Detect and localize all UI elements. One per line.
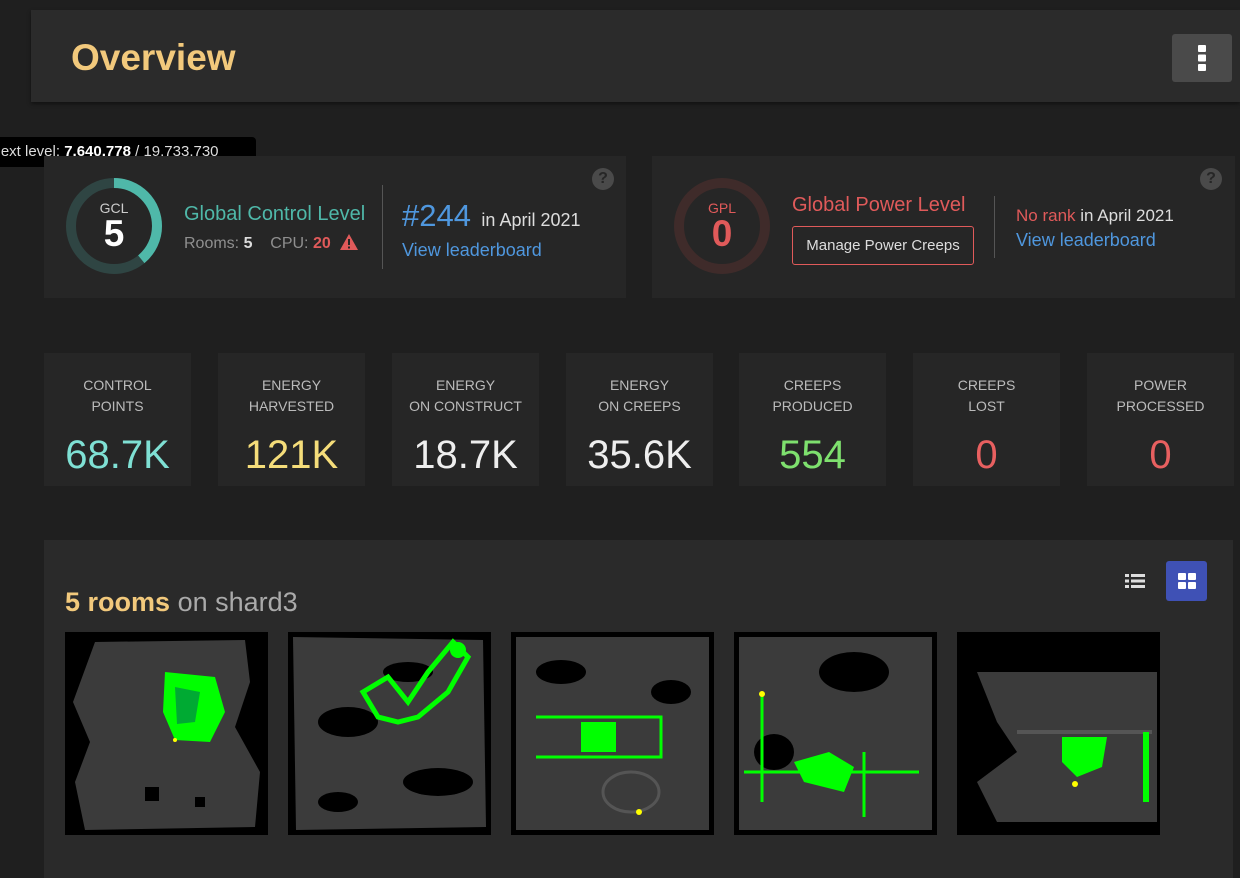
manage-power-creeps-button[interactable]: Manage Power Creeps xyxy=(792,226,974,265)
rooms-count: 5 rooms xyxy=(65,587,171,617)
rooms-title: 5 rooms on shard3 xyxy=(65,587,298,618)
gpl-rank-status: No rank xyxy=(1016,206,1076,225)
stat-power-processed: POWER PROCESSED 0 xyxy=(1087,353,1234,486)
cpu-label: CPU: xyxy=(270,235,309,252)
gcl-rank: #244 in April 2021 xyxy=(402,198,581,234)
stat-control-points: CONTROL POINTS 68.7K xyxy=(44,353,191,486)
stat-creeps-lost: CREEPS LOST 0 xyxy=(913,353,1060,486)
rooms-shard: on shard3 xyxy=(177,587,298,617)
gcl-rank-value: #244 xyxy=(402,198,471,233)
gpl-help-icon[interactable]: ? xyxy=(1200,168,1222,190)
cpu-value: 20 xyxy=(312,235,331,252)
stat-value: 554 xyxy=(779,433,846,477)
vertical-dots-icon xyxy=(1198,45,1206,71)
room-thumbnail[interactable] xyxy=(511,632,714,835)
stat-label: ENERGY HARVESTED xyxy=(248,377,335,414)
gcl-level-value: 5 xyxy=(103,213,125,254)
stat-energy-on-creeps: ENERGY ON CREEPS 35.6K xyxy=(566,353,713,486)
gpl-rank-period: in April 2021 xyxy=(1080,206,1174,225)
grid-view-button[interactable] xyxy=(1166,561,1207,601)
gpl-panel: GPL 0 Global Power Level Manage Power Cr… xyxy=(652,156,1235,298)
gpl-leaderboard-link[interactable]: View leaderboard xyxy=(1016,230,1156,251)
stat-label: CONTROL POINTS xyxy=(83,377,152,414)
stat-value: 18.7K xyxy=(413,433,518,477)
page-header: Overview xyxy=(31,10,1240,102)
stat-value: 35.6K xyxy=(587,433,692,477)
stat-energy-harvested: ENERGY HARVESTED 121K xyxy=(218,353,365,486)
room-thumbnail[interactable] xyxy=(65,632,268,835)
stat-value: 0 xyxy=(1149,433,1172,477)
room-thumbnail[interactable] xyxy=(734,632,937,835)
rooms-label: Rooms: xyxy=(184,235,240,252)
gcl-leaderboard-link[interactable]: View leaderboard xyxy=(402,240,542,261)
room-thumbnail[interactable] xyxy=(957,632,1160,835)
gpl-divider xyxy=(994,196,995,258)
stat-creeps-produced: CREEPS PRODUCED 554 xyxy=(739,353,886,486)
stat-label: POWER PROCESSED xyxy=(1116,377,1205,414)
list-view-icon xyxy=(1124,574,1145,588)
stat-label: ENERGY ON CREEPS xyxy=(598,377,681,414)
room-thumbnail[interactable] xyxy=(288,632,491,835)
warning-icon[interactable] xyxy=(339,233,359,251)
more-menu-button[interactable] xyxy=(1172,34,1232,82)
stat-energy-on-construct: ENERGY ON CONSTRUCT 18.7K xyxy=(392,353,539,486)
stat-label: CREEPS PRODUCED xyxy=(772,377,853,414)
grid-view-icon xyxy=(1177,573,1196,589)
gcl-stats: Rooms: 5 CPU: 20 xyxy=(184,233,359,253)
rooms-value: 5 xyxy=(243,235,253,252)
gcl-rank-period: in April 2021 xyxy=(481,210,581,230)
stat-value: 0 xyxy=(975,433,998,477)
gcl-help-icon[interactable]: ? xyxy=(592,168,614,190)
stat-value: 121K xyxy=(244,433,339,477)
gcl-title: Global Control Level xyxy=(184,203,366,225)
list-view-button[interactable] xyxy=(1114,561,1155,601)
gpl-level-value: 0 xyxy=(711,213,733,254)
stat-value: 68.7K xyxy=(65,433,170,477)
gpl-title: Global Power Level xyxy=(792,194,966,216)
gpl-rank: No rank in April 2021 xyxy=(1016,206,1174,226)
rooms-panel: 5 rooms on shard3 xyxy=(44,540,1233,878)
gcl-panel: GCL 5 Global Control Level Rooms: 5 CPU:… xyxy=(44,156,626,298)
stat-label: ENERGY ON CONSTRUCT xyxy=(409,377,522,414)
gcl-divider xyxy=(382,185,383,269)
page-title: Overview xyxy=(71,37,236,78)
stat-label: CREEPS LOST xyxy=(957,377,1016,414)
